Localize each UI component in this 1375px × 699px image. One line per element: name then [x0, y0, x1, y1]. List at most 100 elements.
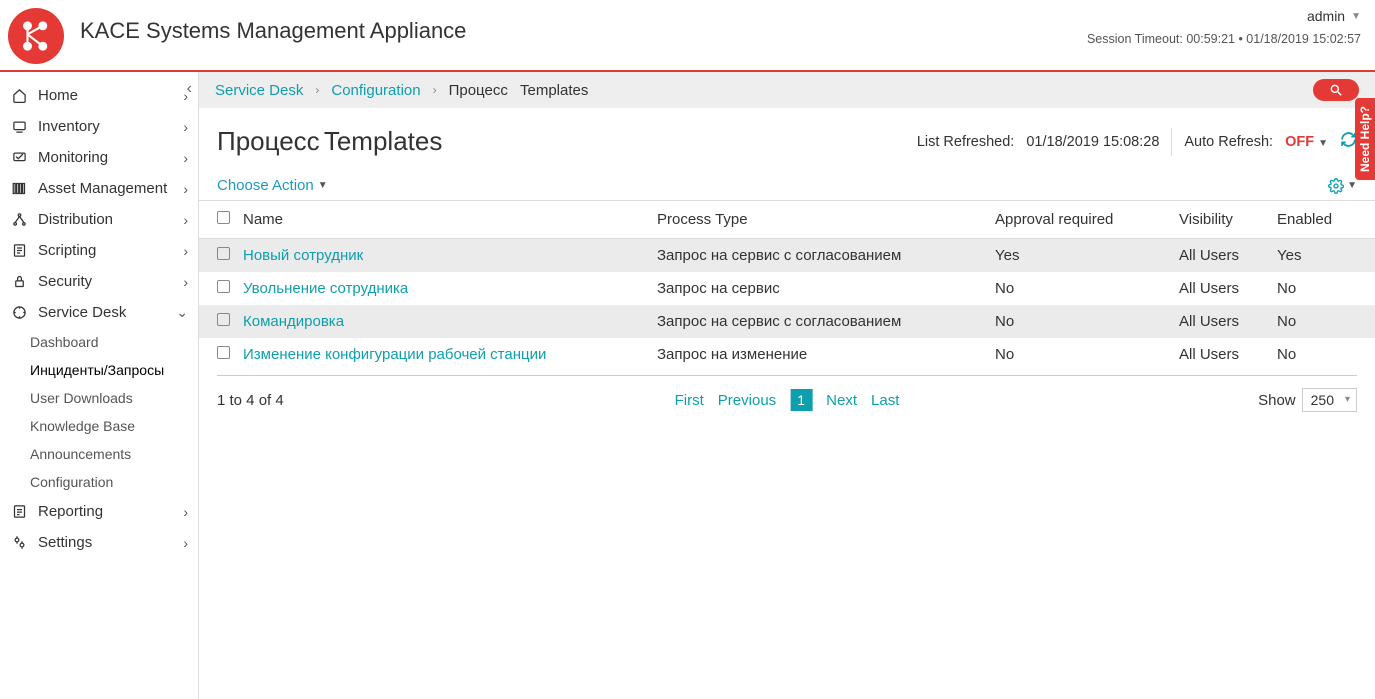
row-name-link[interactable]: Новый сотрудник: [243, 247, 363, 264]
row-enabled: No: [1277, 313, 1357, 330]
row-approval: No: [995, 346, 1179, 363]
search-button[interactable]: [1313, 79, 1359, 101]
col-header-name[interactable]: Name: [243, 211, 657, 228]
sidebar-sub-item[interactable]: User Downloads: [30, 384, 198, 412]
table-row: Увольнение сотрудника Запрос на сервисNoA…: [199, 272, 1375, 305]
auto-refresh-toggle[interactable]: OFF ▼: [1285, 134, 1328, 150]
caret-down-icon: ▼: [1351, 11, 1361, 22]
row-visibility: All Users: [1179, 247, 1277, 264]
row-name-link[interactable]: Изменение конфигурации рабочей станции: [243, 346, 546, 363]
refresh-info: List Refreshed: 01/18/2019 15:08:28 Auto…: [917, 128, 1357, 156]
header-right: admin ▼ Session Timeout: 00:59:21 • 01/1…: [1087, 0, 1375, 46]
sidebar-item-asset[interactable]: Asset Management›: [0, 173, 198, 204]
chevron-right-icon: ›: [183, 504, 188, 520]
sidebar-sub-item[interactable]: Dashboard: [30, 328, 198, 356]
chevron-right-icon: ›: [183, 243, 188, 259]
table-row: Изменение конфигурации рабочей станции За…: [199, 338, 1375, 371]
row-enabled: Yes: [1277, 247, 1357, 264]
pager-previous[interactable]: Previous: [718, 392, 776, 409]
sidebar-item-security[interactable]: Security›: [0, 266, 198, 297]
pager-show: Show 250: [1258, 388, 1357, 412]
row-checkbox[interactable]: [217, 346, 230, 359]
sidebar-sub-item[interactable]: Knowledge Base: [30, 412, 198, 440]
sidebar-item-reporting[interactable]: Reporting›: [0, 496, 198, 527]
select-all-checkbox[interactable]: [217, 211, 230, 224]
settings-icon: [10, 535, 28, 550]
scripting-icon: [10, 243, 28, 258]
breadcrumb: Service Desk › Configuration › Процесс T…: [199, 72, 1375, 108]
sidebar-sub-item[interactable]: Announcements: [30, 440, 198, 468]
refresh-time: 01/18/2019 15:08:28: [1026, 134, 1159, 150]
row-checkbox[interactable]: [217, 247, 230, 260]
user-menu[interactable]: admin ▼: [1087, 8, 1361, 24]
need-help-tab[interactable]: Need Help?: [1355, 98, 1375, 180]
page-title: Процесс Templates: [217, 126, 442, 157]
pager-first[interactable]: First: [675, 392, 704, 409]
pager-current: 1: [790, 389, 812, 411]
row-type: Запрос на изменение: [657, 346, 995, 363]
breadcrumb-link[interactable]: Configuration: [331, 82, 420, 99]
breadcrumb-current: Процесс: [449, 82, 508, 99]
chevron-right-icon: ›: [183, 274, 188, 290]
row-approval: No: [995, 313, 1179, 330]
row-checkbox[interactable]: [217, 313, 230, 326]
col-header-visibility[interactable]: Visibility: [1179, 211, 1277, 228]
reporting-icon: [10, 504, 28, 519]
distribution-icon: [10, 212, 28, 227]
table-settings-button[interactable]: ▼: [1328, 178, 1357, 194]
row-name-link[interactable]: Увольнение сотрудника: [243, 280, 408, 297]
row-name-link[interactable]: Командировка: [243, 313, 344, 330]
choose-action-dropdown[interactable]: Choose Action ▼: [217, 177, 328, 194]
security-icon: [10, 274, 28, 289]
sidebar-item-label: Settings: [38, 534, 173, 551]
col-header-approval[interactable]: Approval required: [995, 211, 1179, 228]
col-header-enabled[interactable]: Enabled: [1277, 211, 1357, 228]
row-checkbox[interactable]: [217, 280, 230, 293]
pager-last[interactable]: Last: [871, 392, 899, 409]
chevron-right-icon: ›: [315, 83, 319, 97]
chevron-right-icon: ›: [183, 181, 188, 197]
row-approval: No: [995, 280, 1179, 297]
chevron-right-icon: ›: [183, 535, 188, 551]
caret-down-icon: ▼: [1318, 138, 1328, 149]
auto-refresh-label: Auto Refresh:: [1184, 134, 1273, 150]
app-logo: [8, 8, 64, 64]
collapse-sidebar-icon[interactable]: ‹: [187, 80, 192, 98]
sidebar-sub-item[interactable]: Инциденты/Запросы: [30, 356, 198, 384]
action-bar: Choose Action ▼ ▼: [199, 171, 1375, 200]
pager-range: 1 to 4 of 4: [217, 392, 284, 409]
table-row: Новый сотрудникЗапрос на сервис с соглас…: [199, 239, 1375, 272]
pager-links: First Previous 1 Next Last: [675, 389, 900, 411]
col-header-type[interactable]: Process Type: [657, 211, 995, 228]
main-content: Service Desk › Configuration › Процесс T…: [199, 72, 1375, 699]
table: Name Process Type Approval required Visi…: [199, 200, 1375, 376]
home-icon: [10, 88, 28, 103]
sidebar-sub-item[interactable]: Configuration: [30, 468, 198, 496]
row-type: Запрос на сервис: [657, 280, 995, 297]
sidebar-item-monitoring[interactable]: Monitoring›: [0, 142, 198, 173]
row-visibility: All Users: [1179, 346, 1277, 363]
row-visibility: All Users: [1179, 280, 1277, 297]
row-enabled: No: [1277, 346, 1357, 363]
breadcrumb-link[interactable]: Service Desk: [215, 82, 303, 99]
pager-next[interactable]: Next: [826, 392, 857, 409]
breadcrumb-current: Templates: [520, 82, 588, 99]
monitoring-icon: [10, 150, 28, 165]
caret-down-icon: ▼: [1347, 180, 1357, 191]
app-header: KACE Systems Management Appliance admin …: [0, 0, 1375, 72]
servicedesk-icon: [10, 305, 28, 320]
sidebar-item-servicedesk[interactable]: Service Desk⌄: [0, 297, 198, 328]
sidebar-item-inventory[interactable]: Inventory›: [0, 111, 198, 142]
sidebar-item-settings[interactable]: Settings ›: [0, 527, 198, 558]
sidebar-item-distribution[interactable]: Distribution›: [0, 204, 198, 235]
chevron-down-icon: ⌄: [176, 304, 188, 321]
sidebar-item-home[interactable]: Home›: [0, 80, 198, 111]
title-bar: Процесс Templates List Refreshed: 01/18/…: [199, 108, 1375, 171]
page-size-select[interactable]: 250: [1302, 388, 1357, 412]
divider: [1171, 128, 1172, 156]
sidebar-item-scripting[interactable]: Scripting›: [0, 235, 198, 266]
session-info: Session Timeout: 00:59:21 • 01/18/2019 1…: [1087, 32, 1361, 46]
chevron-right-icon: ›: [433, 83, 437, 97]
sidebar-item-label: Monitoring: [38, 149, 173, 166]
caret-down-icon: ▼: [318, 180, 328, 191]
